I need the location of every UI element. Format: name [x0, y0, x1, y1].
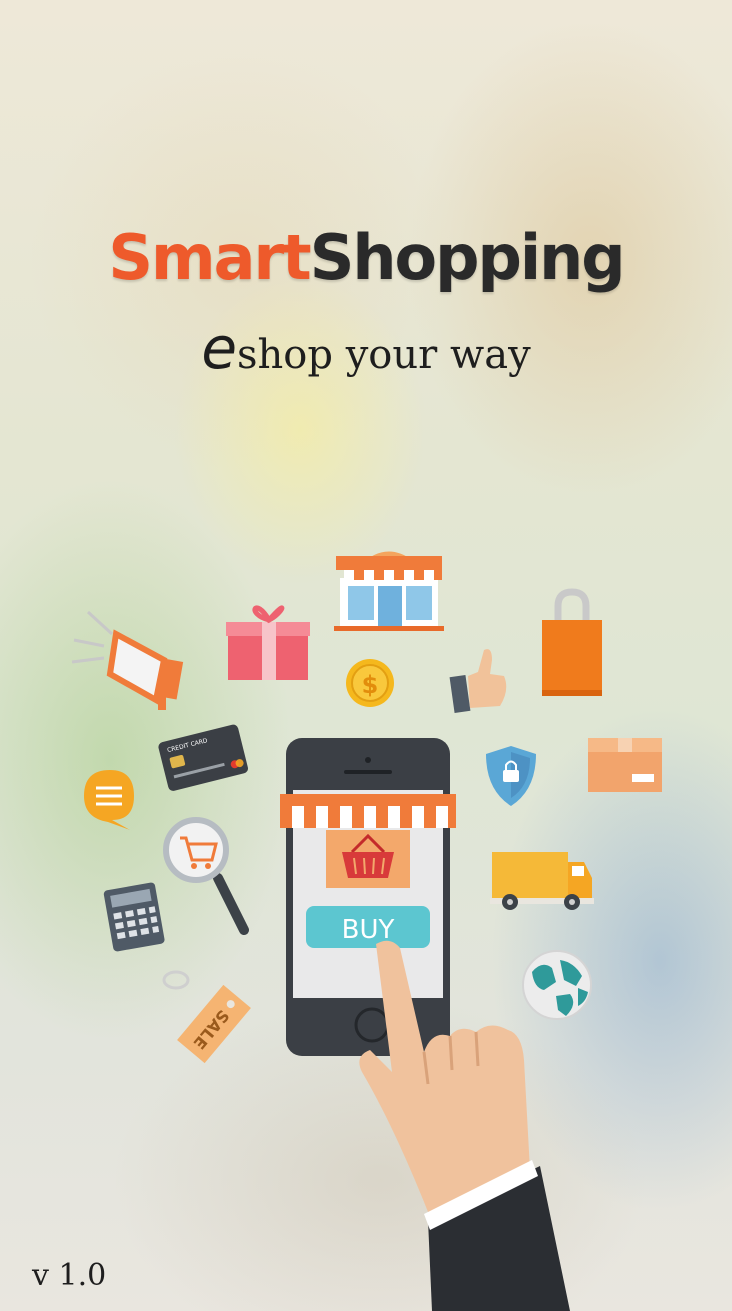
- tagline: eshop your way: [0, 318, 732, 385]
- version-number: 1.0: [58, 1258, 107, 1293]
- logo-shopping: Shopping: [309, 221, 626, 294]
- smartphone: BUY: [280, 738, 456, 1056]
- thumbs-up-icon: [449, 649, 507, 713]
- splash-screen: SmartShopping eshop your way $ CREDIT CA…: [0, 0, 732, 1311]
- calculator-icon: [103, 882, 165, 952]
- tagline-e: e: [201, 314, 238, 382]
- logo-smart: Smart: [108, 221, 311, 294]
- credit-card-icon: CREDIT CARD: [158, 724, 248, 791]
- version-label: v 1.0: [32, 1256, 106, 1296]
- sale-tag-icon: SALE: [162, 970, 251, 1064]
- tagline-text: shop your way: [237, 332, 531, 378]
- megaphone-icon: [71, 610, 184, 710]
- package-icon: [588, 738, 662, 792]
- security-shield-icon: [486, 746, 536, 806]
- delivery-truck-icon: [490, 852, 594, 910]
- coin-symbol: $: [362, 671, 379, 699]
- magnifier-cart-icon: [163, 817, 249, 935]
- gift-icon: [226, 605, 310, 680]
- store-icon: [334, 551, 444, 631]
- globe-icon: [522, 950, 592, 1020]
- shopping-bag-icon: [542, 588, 602, 696]
- shopping-illustration: $ CREDIT CARD SALE BUY: [71, 551, 662, 1311]
- chat-bubble-icon: [84, 770, 134, 830]
- version-prefix: v: [32, 1258, 49, 1293]
- coin-icon: $: [346, 659, 394, 707]
- app-logo: SmartShopping: [0, 218, 732, 298]
- buy-button-label[interactable]: BUY: [342, 915, 395, 945]
